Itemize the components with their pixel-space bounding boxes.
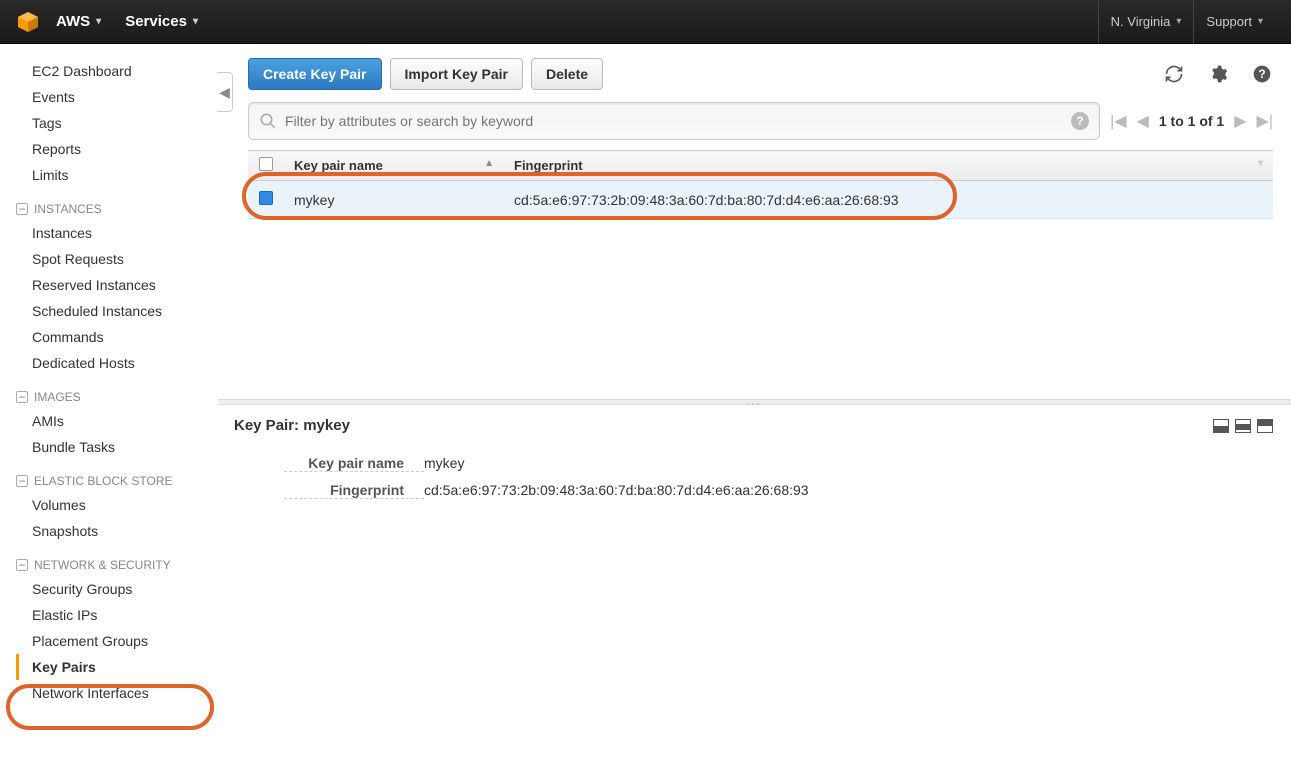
sidebar-item-commands[interactable]: Commands [16, 324, 218, 350]
detail-panel: Key Pair: mykey Key pair name mykey Fing… [218, 405, 1291, 516]
detail-label-name: Key pair name [284, 455, 424, 472]
layout-split-icon[interactable] [1235, 419, 1251, 433]
pager-last-icon[interactable]: ▶| [1257, 111, 1273, 131]
section-collapse-icon[interactable]: − [16, 559, 28, 571]
sidebar-section-elastic-block-store: −ELASTIC BLOCK STORE [16, 460, 218, 492]
cell-fingerprint: cd:5a:e6:97:73:2b:09:48:3a:60:7d:ba:80:7… [504, 181, 1273, 219]
search-box: ? [248, 102, 1100, 140]
detail-body: Key pair name mykey Fingerprint cd:5a:e6… [234, 434, 1273, 504]
nav-services[interactable]: Services ▾ [125, 13, 198, 30]
sidebar-item-key-pairs[interactable]: Key Pairs [16, 654, 218, 680]
nav-region-label: N. Virginia [1111, 14, 1171, 29]
detail-label-fingerprint: Fingerprint [284, 482, 424, 499]
section-collapse-icon[interactable]: − [16, 203, 28, 215]
sidebar-item-spot-requests[interactable]: Spot Requests [16, 246, 218, 272]
refresh-icon[interactable] [1163, 63, 1185, 85]
svg-text:?: ? [1258, 68, 1265, 81]
sidebar-item-bundle-tasks[interactable]: Bundle Tasks [16, 434, 218, 460]
sidebar: EC2 DashboardEventsTagsReportsLimits −IN… [0, 44, 218, 781]
import-key-pair-button[interactable]: Import Key Pair [390, 58, 523, 90]
sidebar-item-reports[interactable]: Reports [16, 136, 218, 162]
layout-top-icon[interactable] [1257, 419, 1273, 433]
sidebar-item-ec2-dashboard[interactable]: EC2 Dashboard [16, 58, 218, 84]
gear-icon[interactable] [1207, 63, 1229, 85]
column-header-name[interactable]: Key pair name▲ [284, 151, 504, 181]
layout-bottom-icon[interactable] [1213, 419, 1229, 433]
nav-aws-label: AWS [56, 13, 90, 30]
nav-support[interactable]: Support ▾ [1193, 0, 1275, 44]
sidebar-item-limits[interactable]: Limits [16, 162, 218, 188]
detail-value-name: mykey [424, 455, 464, 472]
sidebar-item-instances[interactable]: Instances [16, 220, 218, 246]
sidebar-section-images: −IMAGES [16, 376, 218, 408]
nav-region[interactable]: N. Virginia ▾ [1098, 0, 1194, 44]
pager: |◀ ◀ 1 to 1 of 1 ▶ ▶| [1110, 111, 1273, 131]
search-icon [259, 112, 277, 130]
detail-row-fingerprint: Fingerprint cd:5a:e6:97:73:2b:09:48:3a:6… [284, 477, 1273, 504]
sidebar-item-events[interactable]: Events [16, 84, 218, 110]
table-wrap: Key pair name▲ Fingerprint▾ mykeycd:5a:e… [248, 150, 1273, 219]
detail-header: Key Pair: mykey [234, 417, 1273, 434]
panel-splitter[interactable] [218, 399, 1291, 405]
key-pair-table: Key pair name▲ Fingerprint▾ mykeycd:5a:e… [248, 150, 1273, 219]
sidebar-collapse-toggle[interactable]: ◀ [217, 72, 233, 112]
sidebar-section-network-security: −NETWORK & SECURITY [16, 544, 218, 576]
pager-first-icon[interactable]: |◀ [1110, 111, 1126, 131]
delete-button[interactable]: Delete [531, 58, 603, 90]
sidebar-item-scheduled-instances[interactable]: Scheduled Instances [16, 298, 218, 324]
caret-down-icon: ▾ [1258, 16, 1263, 27]
sidebar-item-placement-groups[interactable]: Placement Groups [16, 628, 218, 654]
caret-down-icon: ▾ [96, 16, 101, 27]
sort-none-icon: ▾ [1258, 158, 1263, 169]
nav-support-label: Support [1206, 14, 1252, 29]
sidebar-item-snapshots[interactable]: Snapshots [16, 518, 218, 544]
aws-logo-icon [16, 10, 40, 34]
sidebar-item-elastic-ips[interactable]: Elastic IPs [16, 602, 218, 628]
row-checkbox[interactable] [248, 181, 284, 219]
section-collapse-icon[interactable]: − [16, 475, 28, 487]
sidebar-item-network-interfaces[interactable]: Network Interfaces [16, 680, 218, 706]
column-header-checkbox[interactable] [248, 151, 284, 181]
sidebar-item-dedicated-hosts[interactable]: Dedicated Hosts [16, 350, 218, 376]
nav-services-label: Services [125, 13, 187, 30]
sidebar-item-security-groups[interactable]: Security Groups [16, 576, 218, 602]
caret-down-icon: ▾ [193, 16, 198, 27]
help-icon[interactable]: ? [1251, 63, 1273, 85]
pager-text: 1 to 1 of 1 [1159, 113, 1224, 129]
sort-asc-icon: ▲ [484, 158, 494, 169]
detail-row-name: Key pair name mykey [284, 450, 1273, 477]
create-key-pair-button[interactable]: Create Key Pair [248, 58, 382, 90]
search-input[interactable] [285, 113, 1071, 129]
toolbar: Create Key Pair Import Key Pair Delete ? [218, 44, 1291, 90]
sidebar-item-amis[interactable]: AMIs [16, 408, 218, 434]
nav-aws[interactable]: AWS ▾ [56, 13, 101, 30]
search-row: ? |◀ ◀ 1 to 1 of 1 ▶ ▶| [218, 90, 1291, 140]
sidebar-item-reserved-instances[interactable]: Reserved Instances [16, 272, 218, 298]
caret-down-icon: ▾ [1176, 16, 1181, 27]
search-help-icon[interactable]: ? [1071, 112, 1089, 130]
pager-next-icon[interactable]: ▶ [1234, 111, 1246, 131]
cell-key-pair-name: mykey [284, 181, 504, 219]
table-row[interactable]: mykeycd:5a:e6:97:73:2b:09:48:3a:60:7d:ba… [248, 181, 1273, 219]
section-collapse-icon[interactable]: − [16, 391, 28, 403]
sidebar-item-volumes[interactable]: Volumes [16, 492, 218, 518]
panel-layout-icons [1213, 419, 1273, 433]
sidebar-top-group: EC2 DashboardEventsTagsReportsLimits [16, 58, 218, 188]
column-header-fingerprint[interactable]: Fingerprint▾ [504, 151, 1273, 181]
sidebar-item-tags[interactable]: Tags [16, 110, 218, 136]
pager-prev-icon[interactable]: ◀ [1137, 111, 1149, 131]
detail-title: Key Pair: mykey [234, 417, 350, 434]
main-content: ◀ Create Key Pair Import Key Pair Delete… [218, 44, 1291, 781]
sidebar-section-instances: −INSTANCES [16, 188, 218, 220]
detail-value-fingerprint: cd:5a:e6:97:73:2b:09:48:3a:60:7d:ba:80:7… [424, 482, 809, 499]
top-nav: AWS ▾ Services ▾ N. Virginia ▾ Support ▾ [0, 0, 1291, 44]
